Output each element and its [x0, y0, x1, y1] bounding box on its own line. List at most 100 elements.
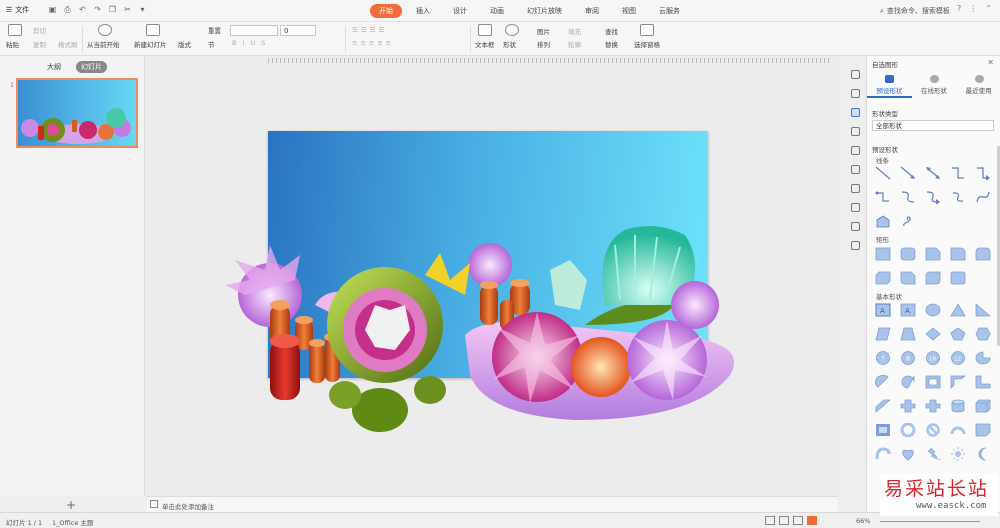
add-slide-icon[interactable]: + — [66, 498, 76, 512]
print-icon[interactable]: ⎙ — [63, 5, 72, 14]
file-menu[interactable]: ☰ 文件 — [6, 5, 29, 15]
heptagon-shape[interactable]: 7 — [873, 349, 893, 367]
textbox-icon[interactable] — [478, 24, 492, 36]
shapes-icon[interactable] — [850, 108, 860, 117]
right-triangle-shape[interactable] — [973, 301, 993, 319]
smiley-shape[interactable] — [873, 445, 893, 463]
tab-preset-shapes[interactable]: 预设形状 — [867, 74, 912, 98]
rounded-rectangle-shape[interactable] — [898, 245, 918, 263]
chevron-down-icon[interactable]: ▾ — [138, 5, 147, 14]
pie-shape[interactable] — [973, 349, 993, 367]
tab-insert[interactable]: 插入 — [407, 4, 439, 18]
save-icon[interactable]: ▣ — [48, 5, 57, 14]
round-corner-rectangle-shape[interactable] — [948, 245, 968, 263]
redo-icon[interactable]: ↷ — [93, 5, 102, 14]
round-both-rectangle-shape[interactable] — [973, 245, 993, 263]
select-pane-icon[interactable] — [640, 24, 654, 36]
tab-recent[interactable]: 最近使用 — [956, 74, 1000, 98]
settings-icon[interactable] — [850, 241, 860, 250]
can-shape[interactable] — [948, 397, 968, 415]
tab-slides[interactable]: 幻灯片 — [76, 61, 107, 73]
tab-design[interactable]: 设计 — [444, 4, 476, 18]
freeform-curve-shape[interactable] — [973, 188, 993, 206]
slide-thumbnail[interactable] — [16, 78, 138, 148]
l-shape[interactable] — [973, 373, 993, 391]
paste-icon[interactable] — [8, 24, 22, 36]
paste-button[interactable]: 粘贴 — [6, 39, 19, 49]
play-icon[interactable] — [98, 24, 112, 36]
sun-shape[interactable] — [948, 445, 968, 463]
reading-view-icon[interactable] — [793, 516, 803, 525]
oval-shape[interactable] — [923, 301, 943, 319]
cross-shape[interactable] — [923, 397, 943, 415]
octagon-shape[interactable]: 8 — [898, 349, 918, 367]
new-slide-icon[interactable] — [146, 24, 160, 36]
line-shape[interactable] — [873, 164, 893, 182]
double-arrow-shape[interactable] — [923, 164, 943, 182]
snip-round-rectangle-shape[interactable] — [898, 269, 918, 287]
copy-button[interactable]: 复制 — [33, 39, 46, 49]
property-icon[interactable] — [850, 146, 860, 155]
hexagon-shape[interactable] — [973, 325, 993, 343]
find-button[interactable]: 查找 — [605, 26, 618, 36]
more-icon[interactable]: ⋮ — [969, 4, 977, 13]
close-icon[interactable]: ✕ — [987, 58, 994, 67]
elbow-double-arrow-shape[interactable] — [873, 188, 893, 206]
round-single-rectangle-shape[interactable] — [948, 269, 968, 287]
tab-review[interactable]: 审阅 — [576, 4, 608, 18]
transition-icon[interactable] — [850, 127, 860, 136]
tools-icon[interactable]: ✂ — [123, 5, 132, 14]
tab-outline[interactable]: 大纲 — [42, 61, 66, 73]
curve-connector-shape[interactable] — [898, 188, 918, 206]
tab-view[interactable]: 视图 — [613, 4, 645, 18]
tab-online-shapes[interactable]: 在线形状 — [912, 74, 957, 98]
reset-button[interactable]: 重置 — [208, 25, 221, 35]
tab-animation[interactable]: 动画 — [481, 4, 513, 18]
arrow-shape[interactable] — [898, 164, 918, 182]
textbox-shape[interactable]: A — [873, 301, 893, 319]
section-button[interactable]: 节 — [208, 39, 215, 49]
rectangle-shape[interactable] — [873, 245, 893, 263]
curve-double-arrow-shape[interactable] — [948, 188, 968, 206]
shape-type-select[interactable]: 全部形状 — [872, 120, 994, 131]
freeform-shape[interactable] — [873, 212, 893, 230]
textbox-button[interactable]: 文本框 — [475, 39, 495, 49]
backup-icon[interactable] — [850, 184, 860, 193]
elbow-arrow-shape[interactable] — [973, 164, 993, 182]
font-style-buttons[interactable]: BIUS — [232, 39, 271, 47]
moon-shape[interactable] — [973, 445, 993, 463]
cut-button[interactable]: 剪切 — [33, 25, 46, 35]
sorter-view-icon[interactable] — [779, 516, 789, 525]
plus-shape[interactable] — [898, 397, 918, 415]
collapse-ribbon-icon[interactable]: ⌃ — [985, 4, 992, 13]
decagon-shape[interactable]: 10 — [923, 349, 943, 367]
picture-button[interactable]: 图片 — [537, 26, 550, 36]
no-symbol-shape[interactable] — [923, 421, 943, 439]
slideshow-icon[interactable] — [807, 516, 817, 525]
curve-arrow-shape[interactable] — [923, 188, 943, 206]
help-icon[interactable]: ? — [957, 4, 961, 13]
undo-icon[interactable]: ↶ — [78, 5, 87, 14]
format-painter-button[interactable]: 格式刷 — [58, 39, 78, 49]
star-icon[interactable] — [850, 165, 860, 174]
parallelogram-shape[interactable] — [873, 325, 893, 343]
new-slide-button[interactable]: 新建幻灯片 — [134, 39, 167, 49]
half-frame-shape[interactable] — [948, 373, 968, 391]
vertical-textbox-shape[interactable]: A — [898, 301, 918, 319]
help-icon[interactable] — [850, 222, 860, 231]
normal-view-icon[interactable] — [765, 516, 775, 525]
paragraph-buttons[interactable]: ☰☰☰☰ — [352, 26, 387, 34]
shape-icon[interactable] — [505, 24, 519, 36]
flower-illustration[interactable] — [225, 225, 745, 440]
elbow-connector-shape[interactable] — [948, 164, 968, 182]
layers-icon[interactable] — [850, 89, 860, 98]
diagonal-snip-rectangle-shape[interactable] — [873, 269, 893, 287]
font-size-input[interactable]: 0 — [280, 25, 316, 36]
scribble-shape[interactable] — [898, 212, 918, 230]
tab-home[interactable]: 开始 — [370, 4, 402, 18]
fill-button[interactable]: 填充 — [568, 26, 581, 36]
replace-button[interactable]: 替换 — [605, 39, 618, 49]
dodecagon-shape[interactable]: 12 — [948, 349, 968, 367]
triangle-shape[interactable] — [948, 301, 968, 319]
chord-shape[interactable] — [873, 373, 893, 391]
